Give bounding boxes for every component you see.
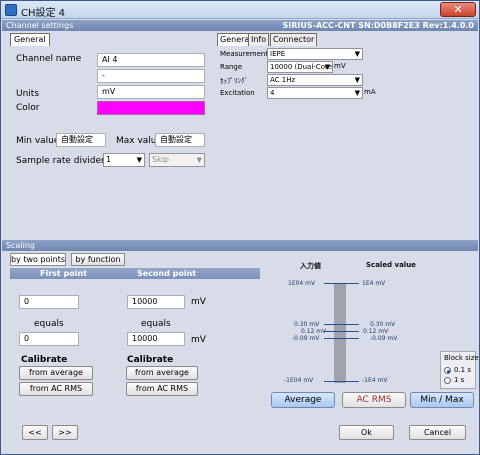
channel-settings-title: Channel settings bbox=[6, 21, 74, 30]
excitation-unit: mA bbox=[364, 88, 376, 96]
min-value-field[interactable]: 自動設定 bbox=[56, 133, 106, 147]
block-size-label-1s: 1 s bbox=[454, 376, 465, 384]
unit-top: mV bbox=[191, 297, 206, 307]
from-average-button-left[interactable]: from average bbox=[19, 366, 93, 380]
first-point-input-bottom[interactable]: 0 bbox=[19, 332, 79, 346]
color-swatch[interactable] bbox=[97, 101, 205, 115]
tab-by-two-points[interactable]: by two points bbox=[10, 253, 66, 266]
mid1-level-line bbox=[324, 324, 359, 325]
scaling-title: Scaling bbox=[6, 241, 35, 250]
tab-general-left[interactable]: General bbox=[10, 33, 50, 46]
coupling-label: ｶｯﾌﾟﾘﾝｸﾞ bbox=[220, 77, 248, 85]
second-point-input-top[interactable]: 10000 bbox=[127, 295, 185, 309]
scaled-value-header: Scaled value bbox=[366, 261, 416, 269]
block-size-group: Block size 0.1 s 1 s bbox=[440, 351, 479, 389]
bottom-scaled-value: -1E4 mV bbox=[362, 377, 388, 384]
chevron-down-icon: ▼ bbox=[196, 156, 202, 164]
chevron-down-icon: ▼ bbox=[354, 76, 360, 84]
block-size-title: Block size bbox=[444, 354, 479, 362]
app-icon bbox=[5, 4, 17, 16]
device-info: SIRIUS-ACC-CNT SN:D0B8F2E3 Rev:1.4.0.0 bbox=[282, 21, 474, 30]
mid1-input-value: 0.30 mV bbox=[294, 321, 320, 328]
measurement-select[interactable]: IEPE ▼ bbox=[267, 48, 363, 60]
cancel-button[interactable]: Cancel bbox=[409, 425, 466, 440]
channel-name-label: Channel name bbox=[16, 54, 82, 64]
second-point-label: Second point bbox=[137, 269, 197, 278]
measurement-label: Measurement bbox=[220, 50, 269, 58]
calibrate-label-right: Calibrate bbox=[127, 355, 174, 365]
excitation-select[interactable]: 4 ▼ bbox=[267, 87, 363, 99]
mid1-scaled-value: 0.30 mV bbox=[370, 321, 396, 328]
close-button[interactable]: ✕ bbox=[440, 2, 476, 17]
first-point-label: First point bbox=[40, 269, 88, 278]
channel-name-field[interactable]: AI 4 bbox=[97, 53, 205, 67]
coupling-select[interactable]: AC 1Hz ▼ bbox=[267, 74, 363, 86]
prev-channel-button[interactable]: << bbox=[22, 425, 48, 440]
range-bar bbox=[334, 283, 346, 383]
channel-sub-field[interactable]: - bbox=[97, 69, 205, 83]
coupling-value: AC 1Hz bbox=[270, 76, 296, 84]
mid2-scaled-value: 0.12 mV bbox=[363, 328, 389, 335]
min-max-button[interactable]: Min / Max bbox=[410, 392, 474, 408]
chevron-down-icon: ▼ bbox=[136, 156, 142, 164]
tab-by-function[interactable]: by function bbox=[71, 253, 125, 266]
ok-button[interactable]: Ok bbox=[339, 425, 394, 440]
tab-info[interactable]: Info bbox=[248, 33, 270, 46]
unit-bottom: mV bbox=[191, 335, 206, 345]
chevron-down-icon: ▼ bbox=[324, 63, 330, 71]
title-bar: CH設定 4 ✕ bbox=[1, 1, 479, 19]
sample-rate-divider-label: Sample rate divider bbox=[16, 156, 105, 166]
color-label: Color bbox=[16, 103, 40, 113]
equals-right: equals bbox=[141, 319, 171, 329]
measurement-value: IEPE bbox=[270, 50, 286, 58]
top-scaled-value: 1E4 mV bbox=[362, 280, 386, 287]
units-field[interactable]: mV bbox=[97, 85, 205, 99]
mid3-input-value: -0.09 mV bbox=[292, 335, 320, 342]
mid3-scaled-value: -0.09 mV bbox=[370, 335, 398, 342]
ac-rms-button[interactable]: AC RMS bbox=[342, 392, 406, 408]
bottom-level-line bbox=[324, 381, 359, 382]
block-size-radio-0-1s[interactable] bbox=[444, 367, 451, 374]
max-value-field[interactable]: 自動設定 bbox=[155, 133, 205, 147]
excitation-value: 4 bbox=[270, 89, 275, 97]
range-value: 10000 (Dual-Core) bbox=[270, 63, 333, 71]
settings-window: CH設定 4 ✕ Channel settings SIRIUS-ACC-CNT… bbox=[0, 0, 480, 455]
window-title: CH設定 4 bbox=[21, 8, 66, 19]
block-size-label-0-1s: 0.1 s bbox=[454, 366, 472, 374]
mid3-level-line bbox=[324, 338, 359, 339]
from-average-button-right[interactable]: from average bbox=[126, 366, 198, 380]
input-value-header: 入力値 bbox=[300, 262, 321, 270]
from-ac-rms-button-left[interactable]: from AC RMS bbox=[19, 382, 93, 396]
min-value-label: Min value bbox=[16, 136, 60, 146]
sample-mode-value: Skip bbox=[152, 155, 170, 164]
range-unit: mV bbox=[334, 62, 346, 70]
channel-settings-header: Channel settings SIRIUS-ACC-CNT SN:D0B8F… bbox=[2, 20, 478, 31]
mid2-input-value: 0.12 mV bbox=[301, 328, 327, 335]
first-point-input-top[interactable]: 0 bbox=[19, 295, 79, 309]
sample-mode-select[interactable]: Skip ▼ bbox=[149, 153, 205, 167]
chevron-down-icon: ▼ bbox=[354, 89, 360, 97]
tab-connector[interactable]: Connector bbox=[270, 33, 318, 46]
mid2-level-line bbox=[324, 331, 359, 332]
scaling-header: Scaling bbox=[2, 240, 478, 251]
from-ac-rms-button-right[interactable]: from AC RMS bbox=[126, 382, 198, 396]
second-point-input-bottom[interactable]: 10000 bbox=[127, 332, 185, 346]
units-label: Units bbox=[16, 89, 40, 99]
sample-rate-divider-value: 1 bbox=[106, 155, 112, 164]
excitation-label: Excitation bbox=[220, 89, 255, 97]
bottom-input-value: -1E04 mV bbox=[284, 377, 314, 384]
calibrate-label-left: Calibrate bbox=[21, 355, 68, 365]
sample-rate-divider-select[interactable]: 1 ▼ bbox=[103, 153, 145, 167]
range-label: Range bbox=[220, 63, 243, 71]
equals-left: equals bbox=[34, 319, 64, 329]
block-size-radio-1s[interactable] bbox=[444, 377, 451, 384]
average-button[interactable]: Average bbox=[271, 392, 335, 408]
channel-settings-panel: General Channel name AI 4 - Units mV Col… bbox=[2, 31, 478, 240]
top-level-line bbox=[324, 283, 359, 284]
top-input-value: 1E04 mV bbox=[288, 280, 316, 287]
range-select[interactable]: 10000 (Dual-Core) ▼ bbox=[267, 61, 333, 73]
next-channel-button[interactable]: >> bbox=[52, 425, 78, 440]
chevron-down-icon: ▼ bbox=[354, 50, 360, 58]
